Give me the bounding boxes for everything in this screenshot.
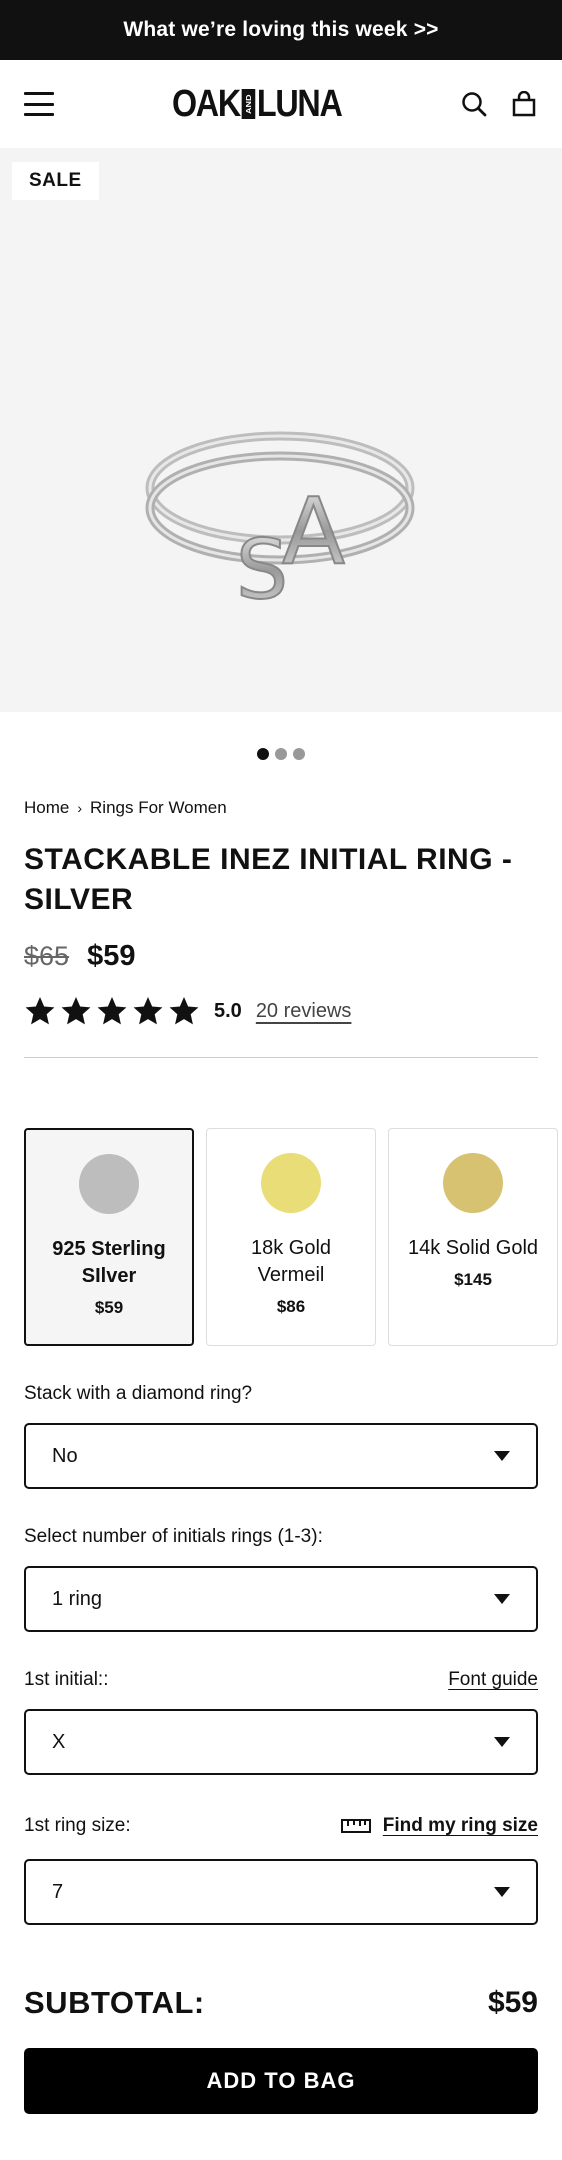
metal-variant-selector: 925 Sterling SIlver $59 18k Gold Vermeil… [24, 1128, 558, 1346]
variant-gold-vermeil[interactable]: 18k Gold Vermeil $86 [206, 1128, 376, 1346]
initial-select[interactable]: X [24, 1709, 538, 1775]
ring-count-label: Select number of initials rings (1-3): [24, 1526, 323, 1547]
site-header: OAK AND LUNA [0, 60, 562, 148]
brand-logo[interactable]: OAK AND LUNA [172, 83, 343, 126]
diamond-select-value: No [52, 1444, 78, 1467]
ring-size-select[interactable]: 7 [24, 1859, 538, 1925]
variant-name: 18k Gold Vermeil [250, 1237, 332, 1286]
swatch-solid-gold [443, 1153, 503, 1213]
ring-illustration: S A [145, 431, 415, 619]
star-icon [25, 997, 55, 1025]
announcement-bar[interactable]: What we’re loving this week >> [0, 0, 562, 60]
ring-letter: A [282, 478, 345, 585]
caret-down-icon [494, 1887, 510, 1897]
caret-down-icon [494, 1451, 510, 1461]
divider [24, 1057, 538, 1058]
ruler-icon [340, 1819, 371, 1833]
carousel-dot[interactable] [257, 748, 269, 760]
variant-solid-gold[interactable]: 14k Solid Gold $145 [388, 1128, 558, 1346]
sale-badge: SALE [12, 162, 99, 200]
chevron-right-icon: › [77, 800, 83, 816]
header-actions [460, 90, 538, 118]
carousel-dot[interactable] [293, 748, 305, 760]
product-image[interactable]: SALE S A [0, 148, 562, 712]
carousel-dots [0, 748, 562, 760]
variant-price: $86 [276, 1297, 306, 1316]
ring-count-value: 1 ring [52, 1587, 103, 1610]
find-ring-size-link[interactable]: Find my ring size [340, 1815, 538, 1837]
variant-name: 14k Solid Gold [407, 1237, 539, 1259]
swatch-vermeil [261, 1153, 321, 1213]
original-price: $65 [24, 941, 70, 971]
breadcrumb: Home › Rings For Women [24, 798, 227, 818]
menu-icon[interactable] [24, 92, 54, 116]
star-icon [97, 997, 127, 1025]
carousel-dot[interactable] [275, 748, 287, 760]
search-icon[interactable] [460, 90, 488, 118]
swatch-silver [79, 1154, 139, 1214]
initial-value: X [52, 1730, 66, 1753]
ring-count-select[interactable]: 1 ring [24, 1566, 538, 1632]
caret-down-icon [494, 1594, 510, 1604]
star-icon [169, 997, 199, 1025]
diamond-select[interactable]: No [24, 1423, 538, 1489]
star-icon [133, 997, 163, 1025]
sale-price: $59 [87, 940, 136, 972]
announcement-text[interactable]: What we’re loving this week >> [123, 18, 438, 42]
caret-down-icon [494, 1737, 510, 1747]
rating-row: 5.0 20 reviews [24, 995, 351, 1027]
ring-size-label: 1st ring size: [24, 1815, 131, 1836]
add-to-bag-button[interactable]: ADD TO BAG [24, 2048, 538, 2114]
variant-name: 925 Sterling SIlver [52, 1238, 166, 1287]
star-rating[interactable] [24, 995, 200, 1027]
reviews-link[interactable]: 20 reviews [256, 1000, 352, 1023]
variant-sterling-silver[interactable]: 925 Sterling SIlver $59 [24, 1128, 194, 1346]
breadcrumb-current[interactable]: Rings For Women [90, 798, 227, 818]
subtotal-label: SUBTOTAL: [24, 1985, 205, 2020]
variant-price: $145 [454, 1270, 492, 1289]
ring-size-value: 7 [52, 1880, 64, 1903]
star-icon [61, 997, 91, 1025]
ring-letter: S [236, 523, 288, 618]
product-title: STACKABLE INEZ INITIAL RING - SILVER [24, 843, 513, 916]
subtotal-value: $59 [487, 1986, 538, 2019]
subtotal-row: SUBTOTAL: $59 [24, 1985, 538, 2021]
price-row: $65 $59 [24, 940, 135, 973]
variant-price: $59 [94, 1298, 124, 1317]
initial-label: 1st initial:: [24, 1669, 109, 1690]
breadcrumb-home[interactable]: Home [24, 798, 69, 818]
font-guide-link[interactable]: Font guide [448, 1669, 538, 1691]
bag-icon[interactable] [510, 90, 538, 118]
diamond-label: Stack with a diamond ring? [24, 1383, 253, 1404]
find-ring-size-label: Find my ring size [382, 1815, 538, 1836]
rating-value: 5.0 [214, 999, 242, 1022]
